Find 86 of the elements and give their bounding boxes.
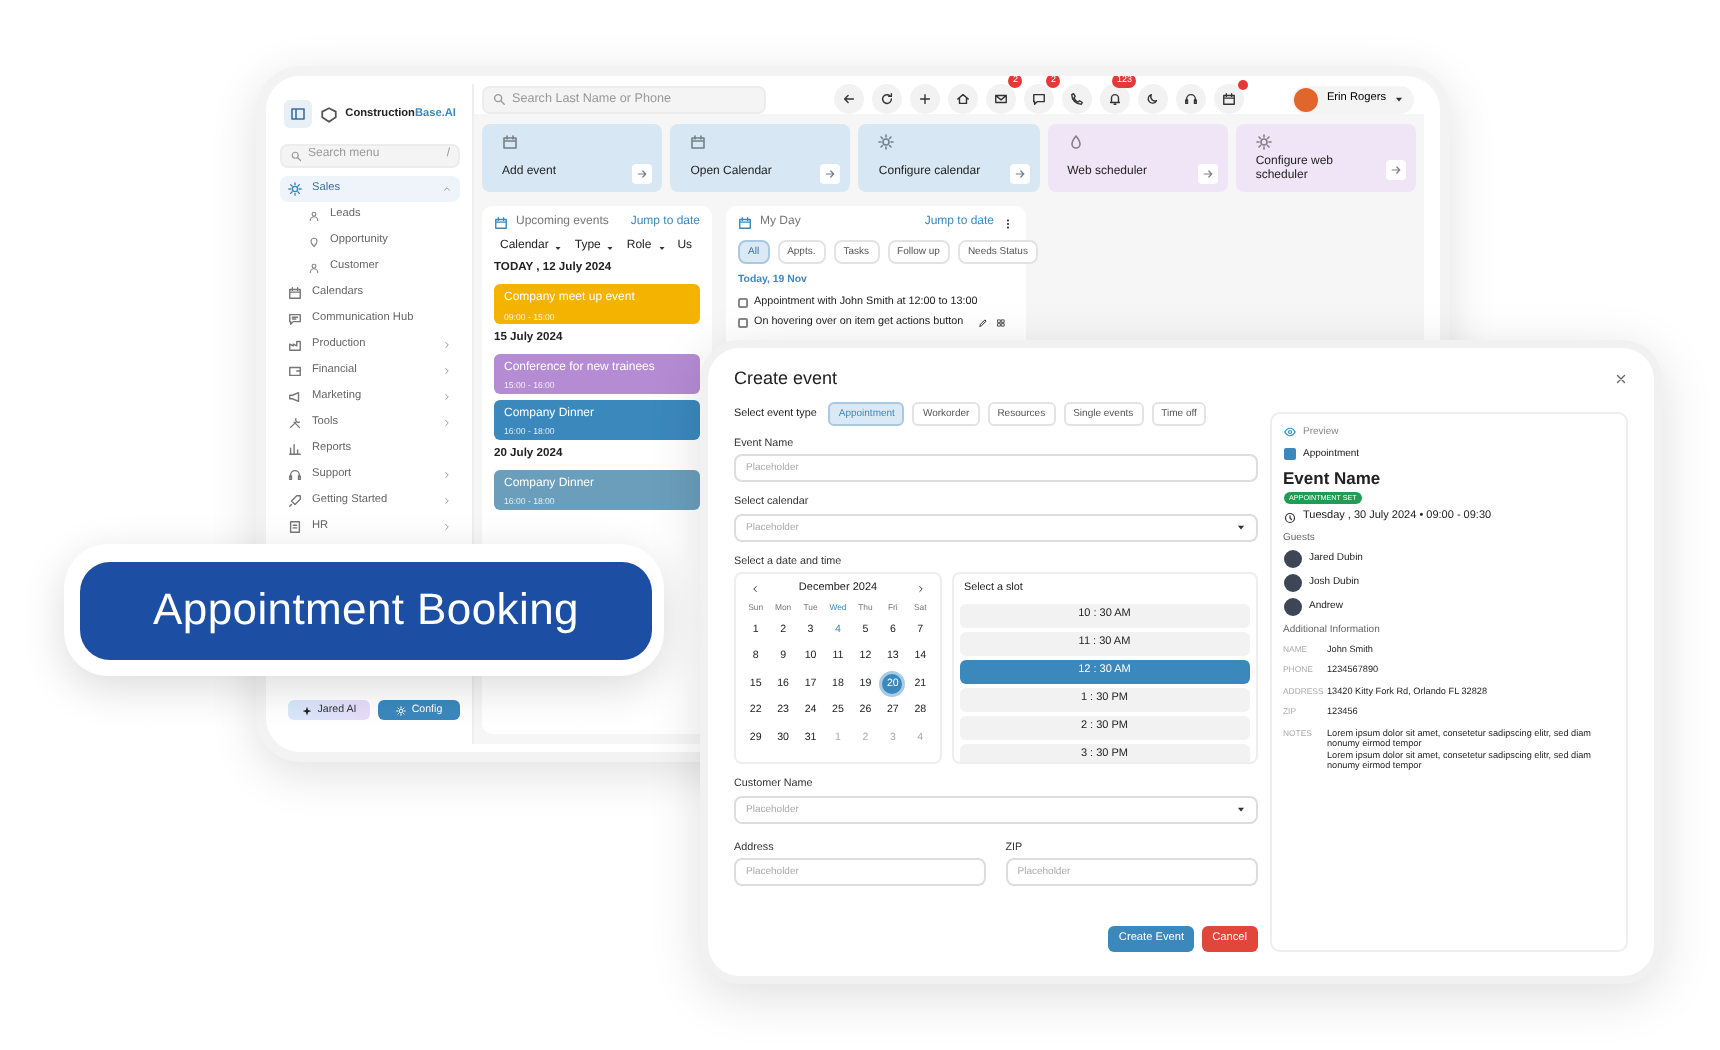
chevron-right-icon <box>442 496 452 506</box>
calendar-icon <box>494 216 508 231</box>
search-icon <box>290 150 302 162</box>
chevron-right-icon <box>442 366 452 376</box>
banner-label: Appointment Booking <box>80 562 652 660</box>
chevron-right-icon <box>442 470 452 480</box>
gear-icon <box>878 134 895 150</box>
tools-icon <box>288 416 302 430</box>
gear-icon <box>1255 134 1272 150</box>
avatar <box>1294 87 1319 111</box>
gear-icon <box>288 182 302 196</box>
calendar-button[interactable] <box>1214 84 1244 114</box>
checkbox[interactable] <box>738 317 748 328</box>
chat-icon <box>1032 92 1046 106</box>
person-icon <box>308 209 320 221</box>
back-button[interactable] <box>834 84 864 114</box>
factory-icon <box>288 338 302 352</box>
clock-icon <box>1283 511 1295 524</box>
grid-button[interactable] <box>995 317 1006 328</box>
more-button[interactable] <box>1002 217 1014 230</box>
pencil-icon <box>977 317 988 328</box>
close-button[interactable] <box>1614 371 1628 386</box>
message-icon <box>288 312 302 326</box>
arrow-right-icon <box>1201 168 1214 180</box>
sidebar-icon <box>289 106 306 122</box>
caret-down-icon <box>606 243 615 252</box>
support-button[interactable] <box>1176 84 1206 114</box>
refresh-icon <box>880 92 894 106</box>
pin-icon <box>308 235 320 247</box>
calendar-icon <box>1222 92 1236 106</box>
moon-icon <box>1146 92 1160 106</box>
id-card-icon <box>288 520 302 534</box>
chevron-right-icon <box>442 340 452 350</box>
caret-down-icon <box>1394 94 1404 104</box>
arrow-right-icon <box>636 168 649 180</box>
rocket-icon <box>288 494 302 508</box>
calendar-icon <box>502 134 518 150</box>
more-icon <box>1002 217 1014 230</box>
calendar-icon <box>288 286 302 300</box>
phone-button[interactable] <box>1062 84 1092 114</box>
calendar-icon <box>690 134 707 150</box>
arrow-right-icon <box>824 168 837 180</box>
shield-icon <box>319 105 338 123</box>
home-button[interactable] <box>948 84 978 114</box>
person-icon <box>308 261 320 273</box>
sidebar-toggle-button[interactable] <box>284 100 312 128</box>
headset-icon <box>288 468 302 482</box>
grid-icon <box>995 317 1006 328</box>
headset-icon <box>1184 92 1198 106</box>
gear-icon <box>395 705 406 715</box>
event-title: Event Name <box>1283 467 1383 488</box>
bar-chart-icon <box>288 442 302 456</box>
arrow-left-icon <box>842 92 856 106</box>
chevron-right-icon <box>442 392 452 402</box>
dialog-title: Create event <box>734 368 840 390</box>
arrow-right-icon <box>1390 163 1403 176</box>
checkbox[interactable] <box>738 297 748 308</box>
previous-month-button[interactable] <box>750 583 760 594</box>
arrow-right-icon <box>1013 168 1026 180</box>
chevron-right-icon <box>915 583 926 594</box>
chevron-right-icon <box>442 418 452 428</box>
bell-icon <box>1108 92 1122 106</box>
chevron-right-icon <box>442 522 452 532</box>
home-icon <box>956 92 970 106</box>
caret-down-icon <box>1235 522 1245 533</box>
caret-down-icon <box>554 243 563 252</box>
search-icon <box>492 92 506 106</box>
phone-icon <box>1070 92 1084 106</box>
chevron-left-icon <box>750 583 760 594</box>
next-month-button[interactable] <box>915 583 926 594</box>
eye-icon <box>1283 425 1295 438</box>
wallet-icon <box>288 364 302 378</box>
mail-icon <box>994 92 1008 106</box>
calendar-icon <box>738 216 752 231</box>
theme-toggle-button[interactable] <box>1138 84 1168 114</box>
caret-down-icon <box>657 243 666 252</box>
refresh-button[interactable] <box>872 84 902 114</box>
drop-icon <box>1067 134 1084 150</box>
plus-icon <box>918 92 932 106</box>
sparkle-icon <box>301 705 312 715</box>
megaphone-icon <box>288 390 302 404</box>
close-icon <box>1614 371 1628 386</box>
caret-down-icon <box>1235 804 1245 815</box>
chevron-up-icon <box>442 184 452 194</box>
add-button[interactable] <box>910 84 940 114</box>
edit-button[interactable] <box>977 317 988 328</box>
